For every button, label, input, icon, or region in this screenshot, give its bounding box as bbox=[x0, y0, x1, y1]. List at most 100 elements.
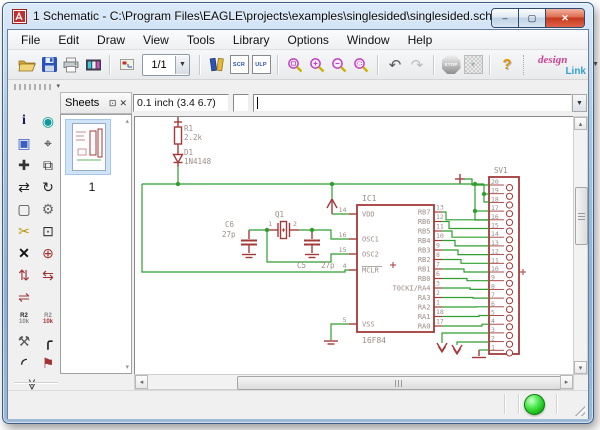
capacitor-c5[interactable] bbox=[304, 230, 320, 258]
svg-text:RB7: RB7 bbox=[418, 209, 431, 217]
stop-button[interactable]: STOP bbox=[440, 54, 462, 76]
menu-library[interactable]: Library bbox=[224, 33, 279, 47]
statusbar bbox=[8, 390, 588, 419]
supply-cross-symbol[interactable] bbox=[455, 174, 465, 184]
palette-overflow-icon[interactable]: ▾ bbox=[56, 82, 60, 90]
tool-label-icon[interactable]: ⚑ bbox=[36, 352, 60, 374]
palette-drag-handle[interactable] bbox=[14, 84, 52, 90]
zoom-select-button[interactable] bbox=[350, 54, 372, 76]
tool-change-icon[interactable]: ⚙ bbox=[36, 198, 60, 220]
tool-mark-icon[interactable]: ⌖ bbox=[36, 132, 60, 154]
menu-help[interactable]: Help bbox=[399, 33, 442, 47]
command-input[interactable] bbox=[253, 94, 572, 112]
scroll-up-icon[interactable]: ▴ bbox=[125, 117, 129, 125]
tool-arc-icon[interactable]: ◜ bbox=[12, 352, 36, 374]
menu-draw[interactable]: Draw bbox=[88, 33, 134, 47]
undo-button[interactable]: ↶ bbox=[384, 54, 406, 76]
tool-show-icon[interactable]: ◉ bbox=[36, 110, 60, 132]
float-panel-icon[interactable]: ⊡ bbox=[109, 98, 117, 109]
tool-value-icon[interactable]: R210k bbox=[36, 308, 60, 330]
tool-display-icon[interactable]: ▣ bbox=[12, 132, 36, 154]
gnd-bar-symbol[interactable] bbox=[472, 350, 486, 358]
schematic-canvas[interactable]: R1 2.2k D1 1N4148 Q1 1 2 C6 27p C5 27p I… bbox=[134, 116, 574, 375]
tool-replace-icon[interactable]: ⇌ bbox=[12, 286, 36, 308]
c6-value: 27p bbox=[222, 230, 236, 239]
sheet-selector[interactable]: 1/1 ▼ bbox=[142, 54, 190, 76]
text-caret bbox=[257, 97, 258, 109]
vdd-supply-symbol[interactable] bbox=[327, 199, 337, 214]
diode-d1[interactable] bbox=[174, 150, 183, 167]
gnd-bar-symbol[interactable] bbox=[324, 341, 338, 344]
stop-icon: STOP bbox=[442, 55, 461, 74]
close-button[interactable]: ✕ bbox=[546, 9, 584, 27]
scroll-down-icon[interactable]: ▾ bbox=[125, 363, 129, 371]
palette-more-button[interactable]: ≫ bbox=[25, 379, 38, 391]
go-button[interactable]: ▾ bbox=[462, 54, 484, 76]
zoom-in-button[interactable] bbox=[306, 54, 328, 76]
resistor-r1[interactable] bbox=[174, 117, 182, 150]
tool-smash-icon[interactable]: ⚒ bbox=[12, 330, 36, 352]
sheet-thumbnail-selected[interactable]: 1 bbox=[65, 119, 111, 175]
tool-delete-icon[interactable]: ✕ bbox=[12, 242, 36, 264]
run-ulp-button[interactable]: ULP bbox=[250, 54, 272, 76]
cam-processor-button[interactable] bbox=[82, 54, 104, 76]
horizontal-scrollbar[interactable]: ◂ ▸ bbox=[134, 374, 574, 390]
tool-group-icon[interactable]: ▢ bbox=[12, 198, 36, 220]
tool-miter-icon[interactable]: ╭ bbox=[36, 330, 60, 352]
svg-text:RB1: RB1 bbox=[418, 266, 431, 274]
tool-pinswap-icon[interactable]: ⇅ bbox=[12, 264, 36, 286]
sheets-panel-header[interactable]: Sheets ⊡ ✕ bbox=[60, 92, 132, 114]
print-button[interactable] bbox=[60, 54, 82, 76]
horizontal-scroll-thumb[interactable] bbox=[237, 376, 561, 390]
close-panel-icon[interactable]: ✕ bbox=[119, 98, 127, 109]
chevron-down-icon[interactable]: ▼ bbox=[175, 56, 189, 74]
tool-copy-icon[interactable]: ⧉ bbox=[36, 154, 60, 176]
tool-paste-icon[interactable]: ⊡ bbox=[36, 220, 60, 242]
designlink-arrow-icon[interactable]: ▼ bbox=[592, 61, 599, 68]
save-button[interactable] bbox=[38, 54, 60, 76]
tool-add-icon[interactable]: ⊕ bbox=[36, 242, 60, 264]
tool-name-icon[interactable]: R210k bbox=[12, 308, 36, 330]
maximize-button[interactable]: ▢ bbox=[519, 9, 546, 27]
scroll-left-button[interactable]: ◂ bbox=[135, 375, 148, 389]
tool-mirror-icon[interactable]: ⇄ bbox=[12, 176, 36, 198]
menu-view[interactable]: View bbox=[134, 33, 178, 47]
sheets-list[interactable]: ▴ 1 ▾ bbox=[60, 114, 132, 374]
zoom-fit-button[interactable] bbox=[284, 54, 306, 76]
svg-text:15: 15 bbox=[491, 222, 499, 230]
tool-cut-icon[interactable]: ✂ bbox=[12, 220, 36, 242]
sheet-selector-value: 1/1 bbox=[143, 59, 175, 71]
tool-move-icon[interactable]: ✚ bbox=[12, 154, 36, 176]
redo-button[interactable]: ↷ bbox=[406, 54, 428, 76]
zoom-out-button[interactable] bbox=[328, 54, 350, 76]
tool-info-icon[interactable]: i bbox=[12, 110, 36, 132]
command-dropdown-icon[interactable]: ▼ bbox=[572, 94, 587, 112]
svg-text:11: 11 bbox=[491, 256, 499, 264]
designlink-button[interactable]: design Link bbox=[536, 54, 590, 76]
tool-rotate-icon[interactable]: ↻ bbox=[36, 176, 60, 198]
menu-tools[interactable]: Tools bbox=[178, 33, 224, 47]
menu-options[interactable]: Options bbox=[279, 33, 338, 47]
generated-wires[interactable] bbox=[442, 212, 489, 326]
help-button[interactable]: ? bbox=[496, 54, 518, 76]
minimize-button[interactable]: – bbox=[492, 9, 519, 27]
vertical-scrollbar[interactable]: ▴ ▾ bbox=[573, 116, 588, 375]
gnd-arrow-symbol[interactable] bbox=[437, 343, 447, 352]
tool-gateswap-icon[interactable]: ⇆ bbox=[36, 264, 60, 286]
titlebar[interactable]: 1 Schematic - C:\Program Files\EAGLE\pro… bbox=[3, 3, 593, 29]
scroll-right-button[interactable]: ▸ bbox=[560, 375, 573, 389]
open-button[interactable] bbox=[16, 54, 38, 76]
gnd-arrow-symbol[interactable] bbox=[452, 345, 462, 354]
scroll-up-button[interactable]: ▴ bbox=[574, 117, 587, 130]
menu-window[interactable]: Window bbox=[338, 33, 399, 47]
svg-text:OSC1: OSC1 bbox=[362, 236, 379, 244]
switch-to-board-button[interactable] bbox=[116, 54, 138, 76]
use-library-button[interactable] bbox=[206, 54, 228, 76]
scroll-down-button[interactable]: ▾ bbox=[574, 361, 587, 374]
menu-edit[interactable]: Edit bbox=[49, 33, 88, 47]
capacitor-c6[interactable] bbox=[241, 230, 257, 258]
run-script-button[interactable]: SCR bbox=[228, 54, 250, 76]
resize-grip[interactable] bbox=[573, 404, 585, 416]
menu-file[interactable]: File bbox=[12, 33, 49, 47]
vertical-scroll-thumb[interactable] bbox=[575, 187, 588, 245]
